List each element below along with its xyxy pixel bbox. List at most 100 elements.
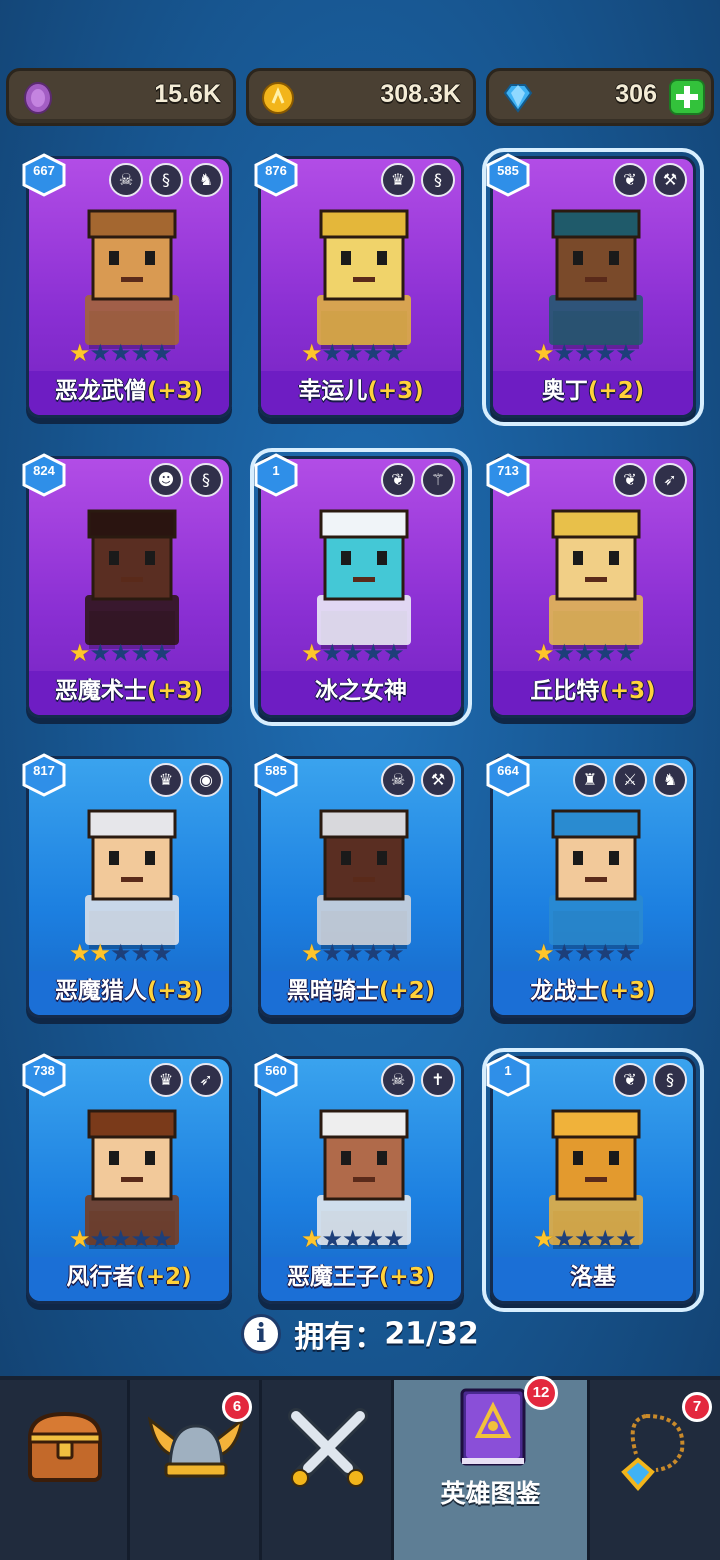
hero-name: 恶魔猎人(+3) [29, 971, 229, 1005]
hero-level-value: 667 [33, 163, 55, 178]
hammer-icon: ⚒ [653, 163, 687, 197]
purple-coin-icon [24, 82, 52, 114]
hero-level-value: 876 [265, 163, 287, 178]
hero-portrait [317, 209, 411, 349]
bow-icon: ➶ [653, 463, 687, 497]
star-empty-icon: ★ [342, 639, 364, 667]
hero-star-rating: ★★★★★ [69, 641, 173, 665]
helmet-icon: ♜ [573, 763, 607, 797]
hero-level-badge: 824 [21, 453, 67, 497]
nav-battle[interactable] [262, 1380, 394, 1560]
hero-name-text: 恶龙武僧 [54, 378, 147, 404]
dragon-icon: § [189, 463, 223, 497]
hero-card[interactable]: ★★★★★ 恶魔王子(+3) 560 ☠ ✝ [254, 1053, 464, 1304]
nav-heroes-upgrade[interactable]: 6 [130, 1380, 262, 1560]
dragon-head-icon: ♞ [189, 163, 223, 197]
hero-bonus-text: (+2) [378, 978, 436, 1004]
star-empty-icon: ★ [574, 639, 596, 667]
nav-hero-codex[interactable]: 12 英雄图鉴 [394, 1376, 590, 1560]
hero-name-text: 黑暗骑士 [286, 978, 379, 1004]
amulet-badge: 7 [682, 1392, 712, 1422]
star-empty-icon: ★ [130, 339, 153, 367]
hero-name-text: 丘比特 [530, 678, 600, 704]
hero-card[interactable]: ★★★★★ 丘比特(+3) 713 ❦ ➶ [486, 453, 696, 718]
star-empty-icon: ★ [574, 1225, 596, 1253]
star-filled-icon: ★ [533, 1225, 555, 1253]
hero-portrait [85, 809, 179, 949]
star-filled-icon: ★ [301, 1225, 323, 1253]
elf-icon: ♛ [381, 163, 415, 197]
hero-name-text: 恶魔猎人 [54, 978, 147, 1004]
hero-card[interactable]: ★★★★★ 黑暗骑士(+2) 585 ☠ ⚒ [254, 753, 464, 1018]
star-empty-icon: ★ [342, 939, 364, 967]
star-empty-icon: ★ [594, 939, 617, 967]
hero-name: 恶魔术士(+3) [29, 671, 229, 705]
nav-chest[interactable] [0, 1380, 130, 1560]
hero-level-badge: 713 [485, 453, 531, 497]
hero-star-rating: ★★★★★ [69, 939, 173, 967]
hero-bonus-text: (+3) [146, 978, 204, 1004]
hero-card[interactable]: ★★★★★ 恶魔术士(+3) 824 ☻ § [22, 453, 232, 718]
chest-icon [27, 1411, 103, 1482]
star-empty-icon: ★ [553, 339, 576, 367]
hero-bonus-text: (+2) [135, 1264, 192, 1290]
eye-icon: ◉ [189, 763, 223, 797]
hero-bonus-text: (+3) [599, 978, 656, 1004]
hero-bonus-text: (+3) [146, 378, 204, 404]
wings-icon: ❦ [613, 463, 647, 497]
hero-level-value: 817 [33, 763, 55, 778]
star-filled-icon: ★ [89, 939, 112, 967]
gem-counter[interactable]: 306 [486, 68, 714, 126]
skull-icon: ☠ [109, 163, 143, 197]
star-empty-icon: ★ [574, 339, 596, 367]
nav-amulet[interactable]: 7 [590, 1380, 720, 1560]
hero-bonus-text: (+3) [367, 378, 424, 404]
sword-icon: ⚔ [613, 763, 647, 797]
hero-name-text: 龙战士 [530, 978, 600, 1004]
hero-name: 奥丁(+2) [493, 371, 693, 405]
star-empty-icon: ★ [321, 939, 344, 967]
hero-card[interactable]: ★★★★★ 风行者(+2) 738 ♛ ➶ [22, 1053, 232, 1304]
star-empty-icon: ★ [383, 639, 405, 667]
purple-coin-counter[interactable]: 15.6K [6, 68, 236, 126]
bottom-nav: 6 12 英雄图鉴 7 [0, 1376, 720, 1560]
hero-card[interactable]: ★★★★★ 恶龙武僧(+3) 667 ☠ § ♞ [22, 153, 232, 418]
hero-star-rating: ★★★★★ [69, 339, 173, 367]
star-empty-icon: ★ [130, 1225, 153, 1253]
hero-card[interactable]: ★★★★★ 幸运儿(+3) 876 ♛ § [254, 153, 464, 418]
star-empty-icon: ★ [321, 639, 344, 667]
hero-name-text: 奥丁 [541, 378, 588, 404]
star-empty-icon: ★ [383, 939, 405, 967]
star-empty-icon: ★ [594, 639, 617, 667]
hero-name: 冰之女神 [261, 671, 461, 705]
star-empty-icon: ★ [362, 939, 385, 967]
hero-card[interactable]: ★★★★★ 龙战士(+3) 664 ♜ ⚔ ♞ [486, 753, 696, 1018]
hero-level-badge: 738 [21, 1053, 67, 1097]
star-empty-icon: ★ [594, 339, 617, 367]
plus-icon [676, 86, 698, 108]
info-icon[interactable]: i [241, 1314, 282, 1354]
gold-coin-counter[interactable]: 308.3K [246, 68, 476, 126]
hero-card[interactable]: ★★★★★ 冰之女神 1 ❦ ⚚ [250, 448, 472, 726]
hero-card[interactable]: ★★★★★ 恶魔猎人(+3) 817 ♛ ◉ [22, 753, 232, 1018]
dragon-icon: § [149, 163, 183, 197]
add-gems-button[interactable] [669, 79, 705, 115]
hero-level-badge: 1 [485, 1053, 531, 1097]
hero-name: 恶魔王子(+3) [261, 1257, 461, 1291]
owned-count: 21/32 [384, 1316, 479, 1352]
hero-star-rating: ★★★★★ [533, 939, 637, 967]
star-empty-icon: ★ [89, 339, 112, 367]
crossed-swords-icon [288, 1408, 368, 1487]
mask-icon: ☻ [149, 463, 183, 497]
hero-portrait [549, 209, 643, 349]
hero-level-badge: 1 [253, 453, 299, 497]
hero-card[interactable]: ★★★★★ 奥丁(+2) 585 ❦ ⚒ [482, 148, 704, 426]
star-empty-icon: ★ [615, 1225, 637, 1253]
dragon-icon: § [421, 163, 455, 197]
star-empty-icon: ★ [342, 1225, 364, 1253]
hero-card[interactable]: ★★★★★ 洛基 1 ❦ § [482, 1048, 704, 1312]
hero-level-value: 824 [33, 463, 55, 478]
hero-star-rating: ★★★★★ [533, 339, 637, 367]
hero-level-badge: 585 [253, 753, 299, 797]
star-empty-icon: ★ [89, 1225, 112, 1253]
